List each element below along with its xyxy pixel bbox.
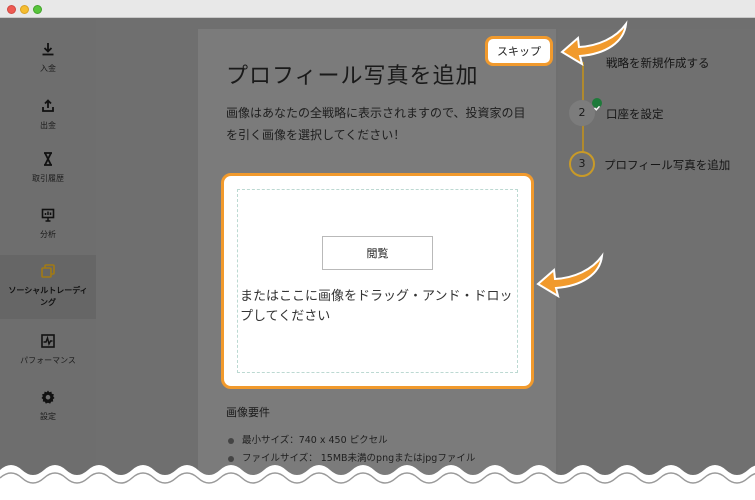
sidebar-item-label: 入金 (40, 64, 56, 73)
sidebar-item-label: 分析 (40, 230, 56, 239)
step-3-label: プロフィール写真を追加 (604, 158, 731, 172)
sidebar-item-performance[interactable]: パフォーマンス (0, 333, 96, 373)
sidebar: 入金 出金 取引履歴 分析 ソーシャルトレーディング パフォーマンス 設定 (0, 19, 96, 500)
sidebar-item-analysis[interactable]: 分析 (0, 207, 96, 247)
dropzone-text: またはここに画像をドラッグ・アンド・ドロップしてください (240, 289, 513, 324)
title-bar (0, 0, 755, 18)
hourglass-icon (44, 152, 52, 166)
app-window: 入金 出金 取引履歴 分析 ソーシャルトレーディング パフォーマンス 設定 プロ… (0, 0, 755, 500)
step-3-indicator: 3 (569, 151, 595, 177)
skip-button[interactable]: スキップ (485, 36, 553, 66)
requirements-title: 画像要件 (226, 406, 270, 419)
sidebar-item-label: ソーシャルトレーディング (8, 286, 88, 307)
sidebar-item-history[interactable]: 取引履歴 (0, 151, 96, 191)
check-icon (592, 98, 602, 111)
page-description: 画像はあなたの全戦略に表示されますので、投資家の目を引く画像を選択してください！ (226, 106, 526, 142)
page-title: プロフィール写真を追加 (226, 64, 479, 89)
sidebar-item-label: 出金 (40, 121, 56, 130)
upload-icon (42, 99, 54, 112)
sidebar-item-label: 取引履歴 (32, 174, 64, 183)
maximize-window-button[interactable] (33, 5, 42, 14)
sidebar-item-label: 設定 (40, 412, 56, 421)
sidebar-item-withdraw[interactable]: 出金 (0, 98, 96, 138)
sidebar-item-label: パフォーマンス (20, 356, 76, 365)
sidebar-item-social-trading[interactable]: ソーシャルトレーディング (0, 255, 96, 319)
step-2-label: 口座を設定 (606, 107, 664, 121)
image-dropzone[interactable] (237, 189, 518, 373)
gear-icon (41, 390, 55, 404)
close-window-button[interactable] (7, 5, 16, 14)
torn-edge (0, 465, 755, 500)
callout-arrow-icon (536, 252, 604, 299)
copy-icon (41, 264, 55, 278)
presentation-icon (41, 208, 55, 222)
activity-icon (41, 334, 55, 348)
browse-button[interactable]: 閲覧 (322, 236, 433, 270)
sidebar-item-settings[interactable]: 設定 (0, 389, 96, 429)
download-icon (42, 43, 54, 56)
callout-arrow-icon (560, 20, 628, 67)
sidebar-item-deposit[interactable]: 入金 (0, 41, 96, 81)
minimize-window-button[interactable] (20, 5, 29, 14)
list-item: 最小サイズ：740 x 450 ピクセル (226, 432, 475, 450)
